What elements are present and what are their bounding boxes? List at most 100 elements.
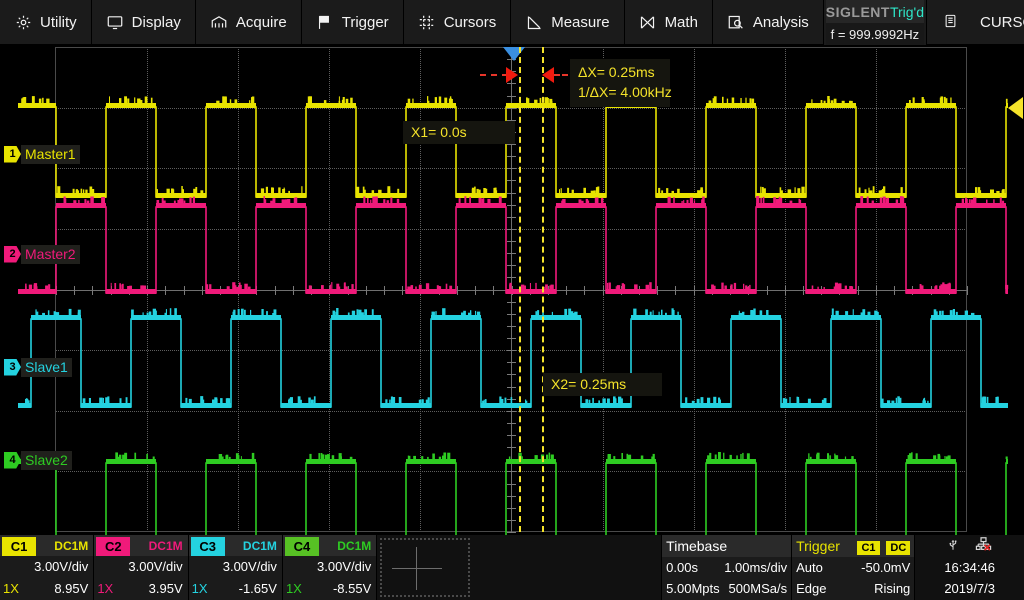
- channel-settings-c4[interactable]: C4 DC1M 3.00V/div 1X -8.55V: [283, 535, 377, 600]
- channel-label-c2[interactable]: 2 Master2: [4, 245, 80, 263]
- axis-tick: [530, 286, 531, 295]
- axis-tick: [507, 471, 516, 472]
- axis-tick: [507, 253, 516, 254]
- axis-tick: [507, 423, 516, 424]
- axis-tick: [507, 459, 516, 460]
- system-status-panel: 16:34:46 2019/7/3: [914, 535, 1024, 600]
- channel-tag-c2: 2: [4, 246, 21, 263]
- cursors-panel-button[interactable]: CURSORS: [927, 0, 1024, 45]
- axis-tick: [384, 286, 385, 295]
- channel-label-c3[interactable]: 3 Slave1: [4, 358, 72, 376]
- cursor-x2-line[interactable]: [542, 47, 544, 532]
- axis-tick: [785, 286, 786, 295]
- voltdiv-c4: 3.00V/div: [283, 556, 376, 577]
- crosshair-horizontal: [392, 568, 442, 569]
- axis-tick: [507, 265, 516, 266]
- axis-tick: [675, 286, 676, 295]
- usb-icon[interactable]: [946, 536, 960, 558]
- axis-tick: [507, 180, 516, 181]
- trigger-position-marker[interactable]: [503, 47, 525, 61]
- cursor-x2-readout: X2= 0.25ms: [543, 373, 662, 396]
- delta-x-value: ΔX= 0.25ms: [578, 62, 662, 82]
- menu-label: Measure: [551, 14, 609, 31]
- trace-noise-slave1: [18, 308, 1008, 408]
- channel-settings-c3[interactable]: C3 DC1M 3.00V/div 1X -1.65V: [189, 535, 283, 600]
- axis-tick: [475, 286, 476, 295]
- axis-tick: [420, 286, 421, 295]
- axis-tick: [507, 108, 516, 109]
- channel-label-c1[interactable]: 1 Master1: [4, 145, 80, 163]
- axis-tick: [507, 508, 516, 509]
- cursor-x1-line[interactable]: [519, 47, 521, 532]
- axis-tick: [507, 229, 516, 230]
- probe-c2: 1X: [97, 581, 113, 596]
- oscilloscope-screen: Utility Display Acquire: [0, 0, 1024, 600]
- axis-tick: [402, 286, 403, 295]
- menu-item-cursors[interactable]: Cursors: [404, 0, 512, 45]
- trigger-source: C1: [857, 541, 879, 555]
- axis-tick: [293, 286, 294, 295]
- top-menu-bar: Utility Display Acquire: [0, 0, 1024, 45]
- menu-item-trigger[interactable]: Trigger: [302, 0, 404, 45]
- channel-label-c4[interactable]: 4 Slave2: [4, 451, 72, 469]
- axis-tick: [507, 496, 516, 497]
- channel-settings-c2[interactable]: C2 DC1M 3.00V/div 1X 3.95V: [94, 535, 188, 600]
- axis-tick: [92, 286, 93, 295]
- axis-tick: [507, 314, 516, 315]
- menu-item-utility[interactable]: Utility: [0, 0, 92, 45]
- menu-label: Analysis: [753, 14, 809, 31]
- axis-tick: [621, 286, 622, 295]
- delta-arrow-right: [506, 67, 518, 83]
- voltdiv-c1: 3.00V/div: [0, 556, 93, 577]
- measure-icon: [525, 14, 543, 32]
- menu-item-display[interactable]: Display: [92, 0, 196, 45]
- axis-tick: [912, 286, 913, 295]
- waveform-display-area[interactable]: 1 Master1 2 Master2 3 Slave1 4 Slave2 ΔX…: [0, 45, 1024, 535]
- analysis-icon: [727, 14, 745, 32]
- axis-tick: [147, 286, 148, 295]
- math-icon: [639, 14, 657, 32]
- system-date: 2019/7/3: [944, 579, 995, 599]
- timebase-panel[interactable]: Timebase 0.00s 1.00ms/div 5.00Mpts 500MS…: [661, 535, 791, 600]
- axis-tick: [129, 286, 130, 295]
- trigger-panel[interactable]: Trigger C1 DC Auto -50.0mV Edge Rising: [791, 535, 914, 600]
- channel-settings-c1[interactable]: C1 DC1M 3.00V/div 1X 8.95V: [0, 535, 94, 600]
- voltdiv-c3: 3.00V/div: [189, 556, 282, 577]
- menu-label: Cursors: [444, 14, 497, 31]
- navigation-preview-panel[interactable]: [377, 535, 661, 600]
- offset-c2: 3.95V: [149, 581, 183, 596]
- menu-item-math[interactable]: Math: [625, 0, 713, 45]
- axis-tick: [712, 286, 713, 295]
- axis-tick: [603, 286, 604, 295]
- axis-tick: [507, 326, 516, 327]
- axis-tick: [839, 286, 840, 295]
- axis-tick: [507, 217, 516, 218]
- axis-tick: [894, 286, 895, 295]
- axis-tick: [803, 286, 804, 295]
- menu-item-measure[interactable]: Measure: [511, 0, 624, 45]
- coupling-c4: DC1M: [337, 539, 371, 553]
- channel-name-c1: Master1: [21, 145, 80, 164]
- channel-name-c3: Slave1: [21, 358, 72, 377]
- delta-x-readout: ΔX= 0.25ms 1/ΔX= 4.00kHz: [570, 59, 670, 107]
- axis-tick: [507, 532, 516, 533]
- menu-label: Math: [665, 14, 698, 31]
- delta-dash-left: [480, 74, 508, 76]
- menu-item-analysis[interactable]: Analysis: [713, 0, 824, 45]
- axis-tick: [548, 286, 549, 295]
- trigger-level-marker[interactable]: [1008, 97, 1023, 119]
- lan-disconnected-icon[interactable]: [974, 536, 993, 558]
- channel-badge-c2: C2: [96, 537, 130, 556]
- axis-tick: [507, 241, 516, 242]
- axis-tick: [507, 277, 516, 278]
- axis-tick: [639, 286, 640, 295]
- waveform-overview-box[interactable]: [380, 538, 470, 597]
- channel-tag-c1: 1: [4, 146, 21, 163]
- menu-item-acquire[interactable]: Acquire: [196, 0, 302, 45]
- acquire-icon: [210, 14, 228, 32]
- timebase-memory-depth: 5.00Mpts: [666, 581, 719, 596]
- axis-tick: [507, 302, 516, 303]
- axis-tick: [439, 286, 440, 295]
- axis-tick: [507, 411, 516, 412]
- trigger-level: -50.0mV: [861, 560, 910, 575]
